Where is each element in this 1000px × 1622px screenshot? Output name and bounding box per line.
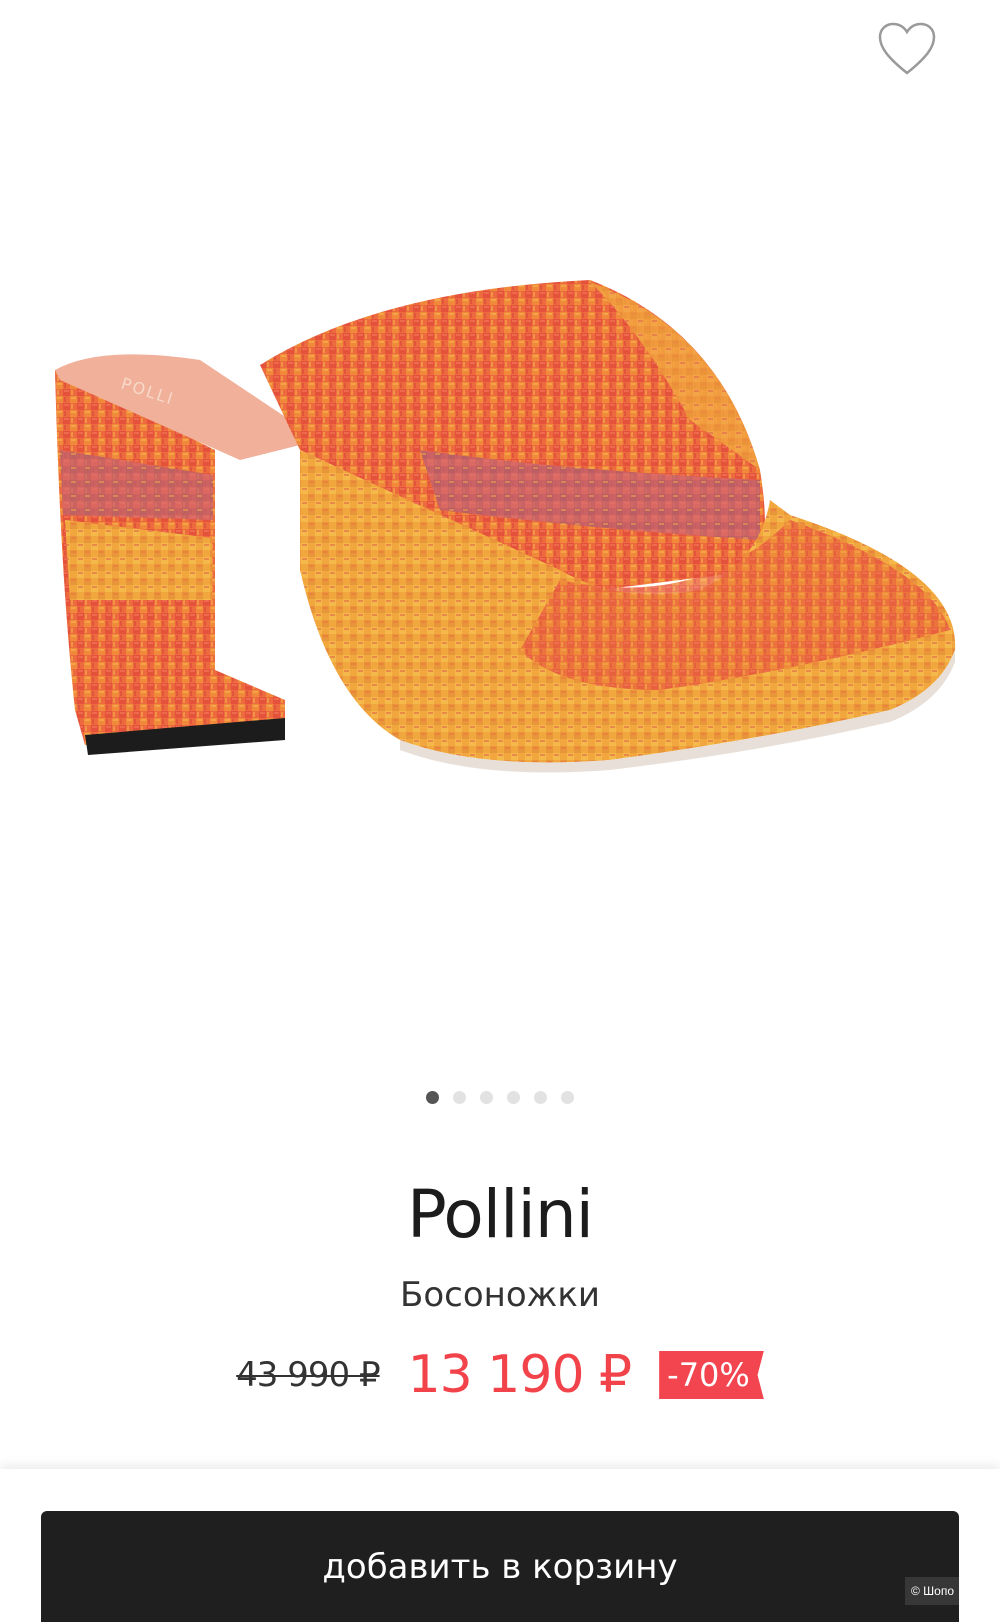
wishlist-button[interactable] [876,18,938,80]
product-category: Босоножки [400,1275,600,1315]
gallery-dot-5[interactable] [534,1091,547,1104]
heart-outline-icon [878,22,936,75]
discount-badge: -70% [659,1351,764,1399]
sandal-image: POLLI [55,280,956,773]
gallery-pagination [0,1091,1000,1104]
gallery-dot-2[interactable] [453,1091,466,1104]
old-price: 43 990 ₽ [236,1355,380,1395]
gallery-dot-6[interactable] [561,1091,574,1104]
product-image[interactable]: POLLI [0,270,1000,810]
product-brand[interactable]: Pollini [0,1175,1000,1255]
gallery-dot-1[interactable] [426,1091,439,1104]
gallery-dot-4[interactable] [507,1091,520,1104]
sale-price: 13 190 ₽ [407,1345,633,1405]
watermark: © Шопо [905,1577,959,1605]
add-to-cart-button[interactable]: добавить в корзину [41,1511,959,1622]
gallery-dot-3[interactable] [480,1091,493,1104]
price-row: 43 990 ₽ 13 190 ₽ -70% [0,1345,1000,1405]
